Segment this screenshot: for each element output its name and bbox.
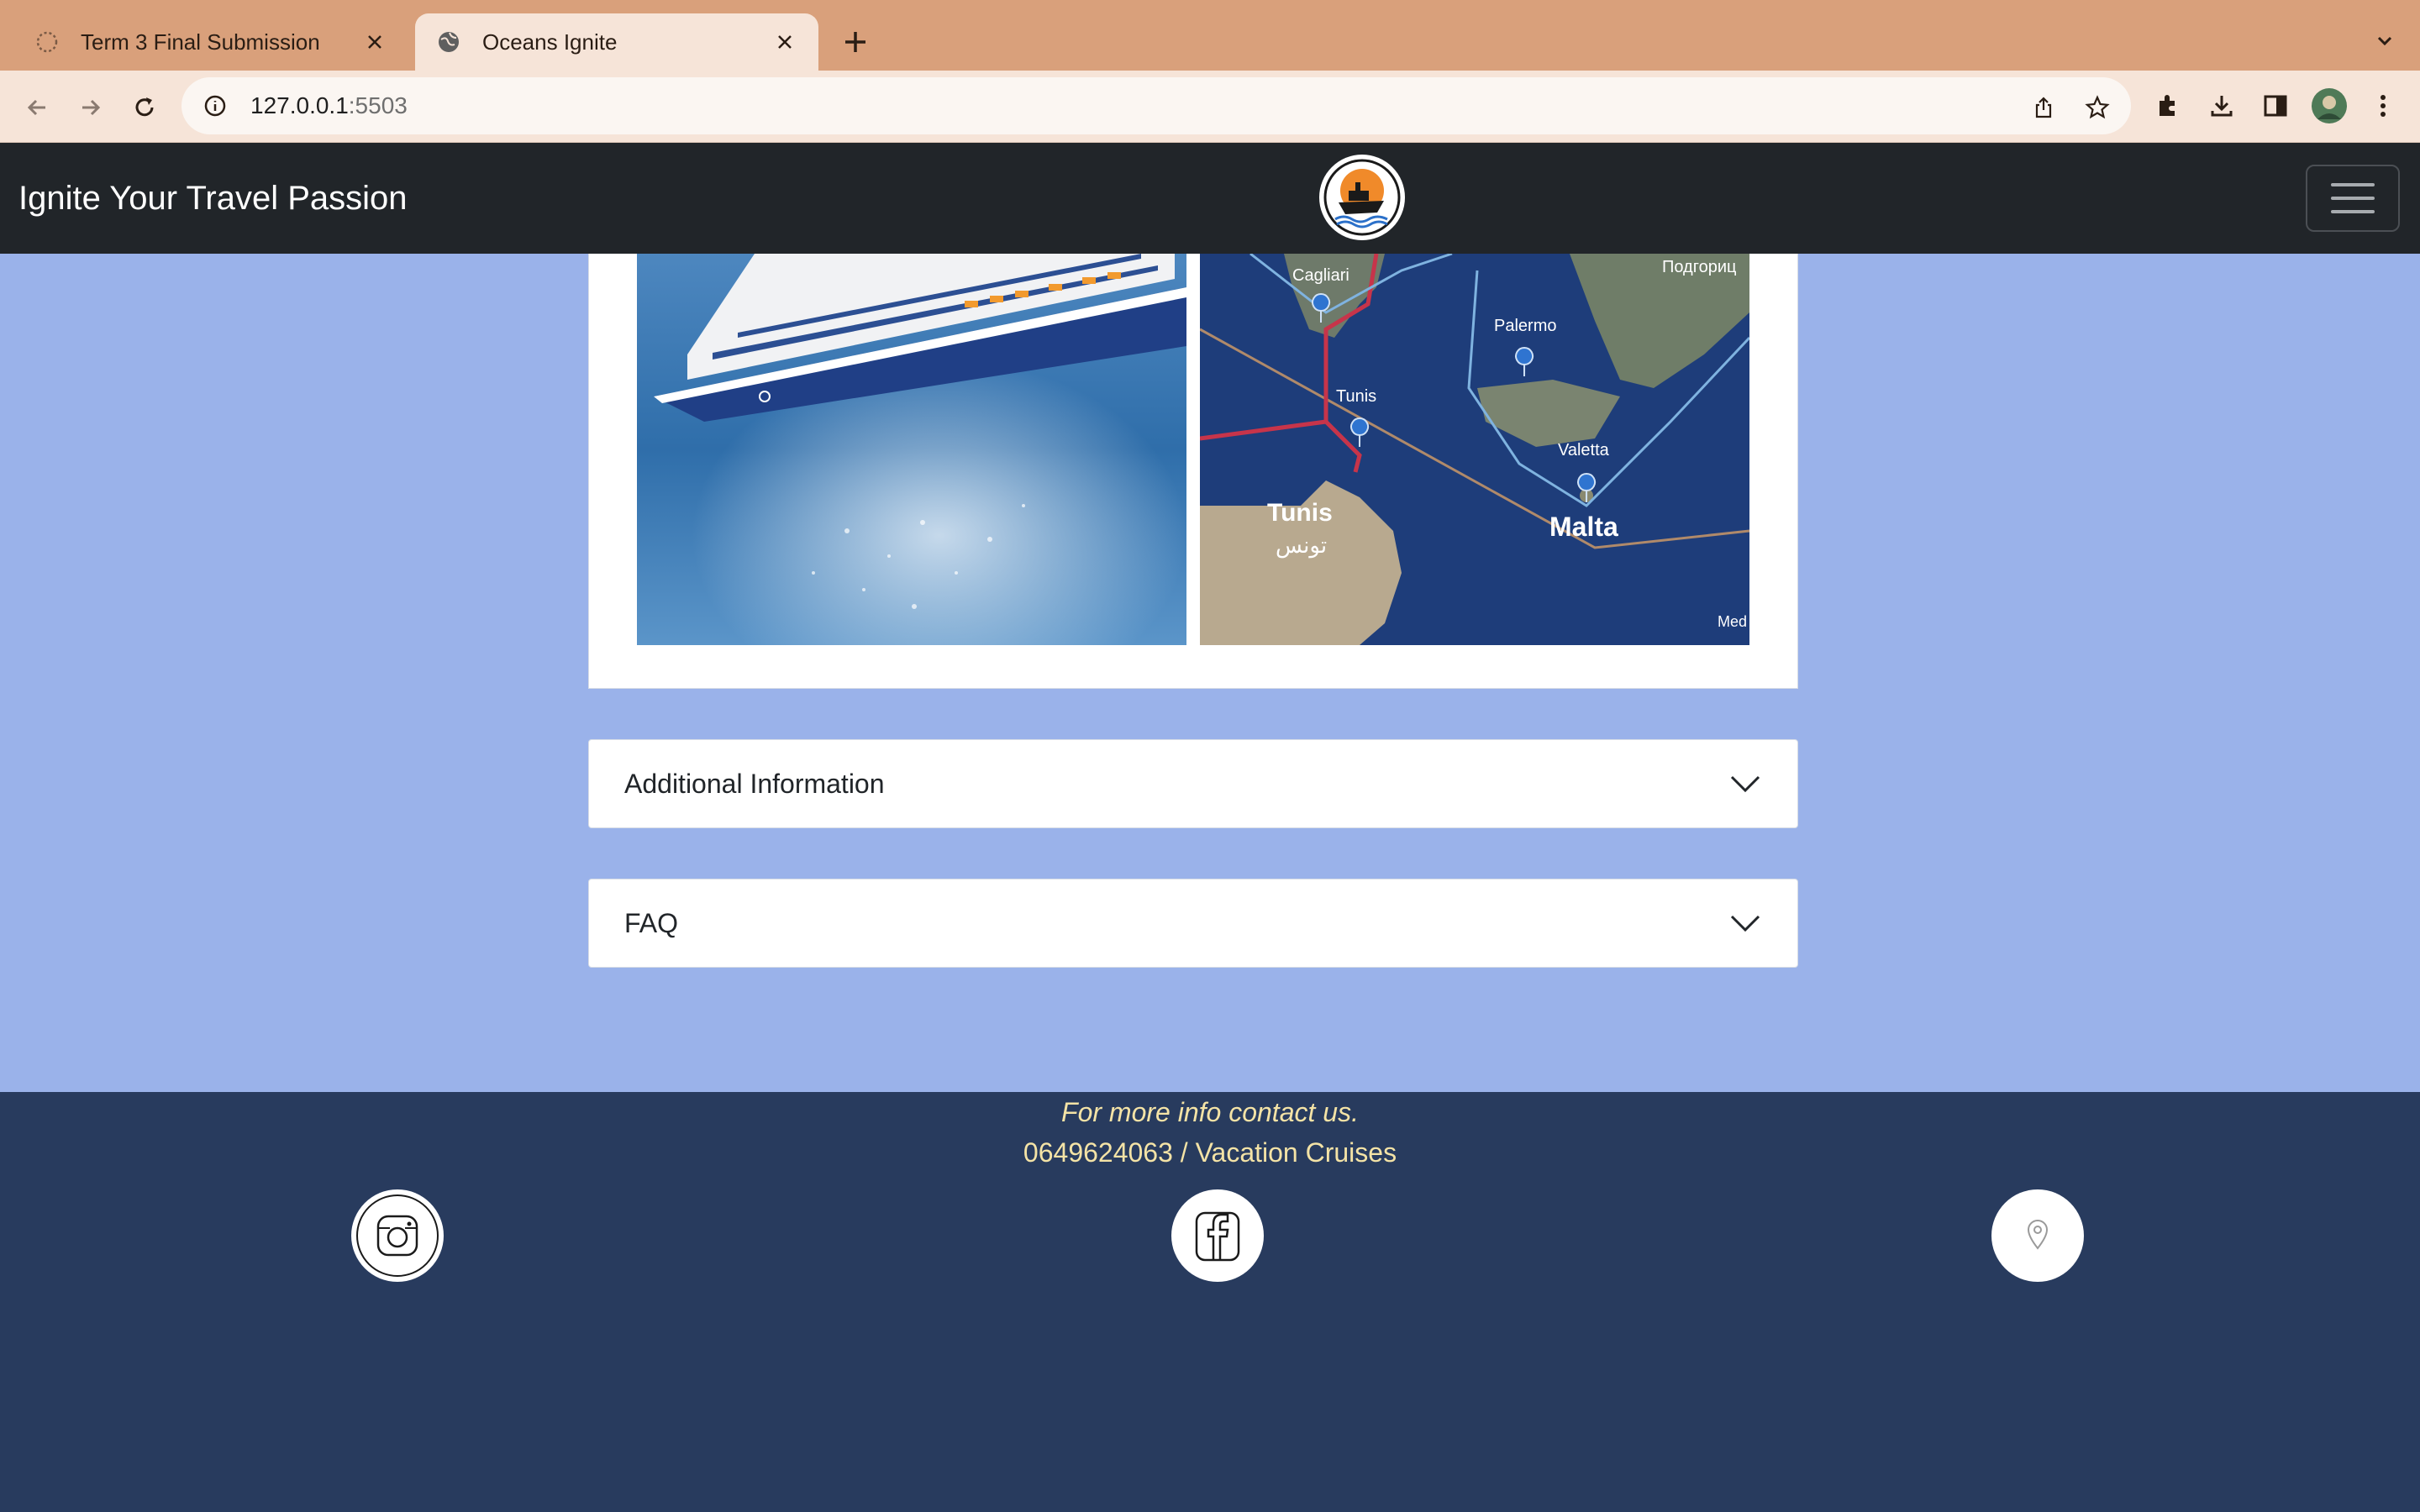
bookmark-star-icon[interactable] bbox=[2081, 91, 2114, 124]
reload-button[interactable] bbox=[124, 87, 165, 128]
hamburger-menu-button[interactable] bbox=[2306, 165, 2400, 232]
profile-avatar[interactable] bbox=[2311, 87, 2348, 124]
map-label-palermo: Palermo bbox=[1494, 317, 1556, 335]
address-bar[interactable]: 127.0.0.1:5503 bbox=[182, 77, 2131, 134]
forward-button[interactable] bbox=[71, 87, 111, 128]
accordion-faq[interactable]: FAQ bbox=[588, 879, 1798, 968]
map-label-valetta: Valetta bbox=[1558, 441, 1610, 459]
tab-term-3-final-submission[interactable]: Term 3 Final Submission bbox=[13, 13, 408, 71]
chevron-down-icon bbox=[1727, 905, 1764, 942]
back-button[interactable] bbox=[17, 87, 57, 128]
cruise-ship-image bbox=[637, 254, 1186, 645]
site-navbar: Ignite Your Travel Passion bbox=[0, 143, 2420, 254]
download-icon[interactable] bbox=[2203, 87, 2240, 124]
map-label-podgorica: Подгориц bbox=[1662, 258, 1736, 276]
more-menu-icon[interactable] bbox=[2365, 87, 2402, 124]
reload-icon bbox=[135, 97, 154, 117]
extensions-icon[interactable] bbox=[2149, 87, 2186, 124]
location-pin-icon[interactable] bbox=[1991, 1189, 2084, 1282]
url-host: 127.0.0.1 bbox=[250, 92, 349, 118]
share-icon[interactable] bbox=[2027, 91, 2060, 124]
map-label-tunis: Tunis bbox=[1267, 499, 1333, 527]
hamburger-icon bbox=[2331, 210, 2375, 213]
facebook-icon[interactable] bbox=[1171, 1189, 1264, 1282]
info-icon[interactable] bbox=[198, 89, 232, 123]
map-label-tunis-arabic: تونس bbox=[1276, 533, 1327, 559]
side-panel-icon[interactable] bbox=[2257, 87, 2294, 124]
cruise-ship-logo-icon[interactable] bbox=[1319, 155, 1405, 240]
hamburger-icon bbox=[2331, 183, 2375, 186]
arrow-right-icon bbox=[82, 99, 101, 116]
browser-tab-strip: Term 3 Final Submission Oceans Ignite bbox=[0, 0, 2420, 71]
chevron-down-icon bbox=[1727, 765, 1764, 802]
close-icon[interactable] bbox=[361, 29, 388, 55]
hamburger-icon bbox=[2331, 197, 2375, 200]
map-label-cagliari: Cagliari bbox=[1292, 266, 1349, 285]
globe-icon bbox=[435, 29, 462, 55]
tab-title: Oceans Ignite bbox=[482, 29, 618, 55]
new-tab-button[interactable] bbox=[835, 22, 876, 62]
map-label-malta: Malta bbox=[1549, 512, 1618, 542]
accordion-additional-information[interactable]: Additional Information bbox=[588, 739, 1798, 828]
brand-title[interactable]: Ignite Your Travel Passion bbox=[18, 180, 408, 218]
arrow-left-icon bbox=[27, 99, 45, 116]
loading-spinner-icon bbox=[34, 29, 60, 55]
browser-toolbar: 127.0.0.1:5503 bbox=[0, 71, 2420, 143]
map-label-med: Med bbox=[1718, 613, 1747, 630]
map-label-tunis-small: Tunis bbox=[1336, 387, 1376, 406]
route-map-image: Cagliari Подгориц Palermo Tunis Valetta … bbox=[1200, 254, 1749, 645]
url-text[interactable]: 127.0.0.1:5503 bbox=[250, 92, 408, 119]
accordion-label: FAQ bbox=[624, 907, 679, 938]
instagram-icon[interactable] bbox=[351, 1189, 444, 1282]
tab-title: Term 3 Final Submission bbox=[81, 29, 320, 55]
footer-tagline: For more info contact us. bbox=[1061, 1097, 1359, 1127]
url-port: :5503 bbox=[348, 92, 408, 118]
footer-contact: 0649624063 / Vacation Cruises bbox=[1023, 1137, 1397, 1168]
tab-oceans-ignite[interactable]: Oceans Ignite bbox=[415, 13, 818, 71]
chevron-down-icon[interactable] bbox=[2368, 24, 2402, 57]
accordion-label: Additional Information bbox=[624, 768, 885, 799]
close-icon[interactable] bbox=[771, 29, 798, 55]
